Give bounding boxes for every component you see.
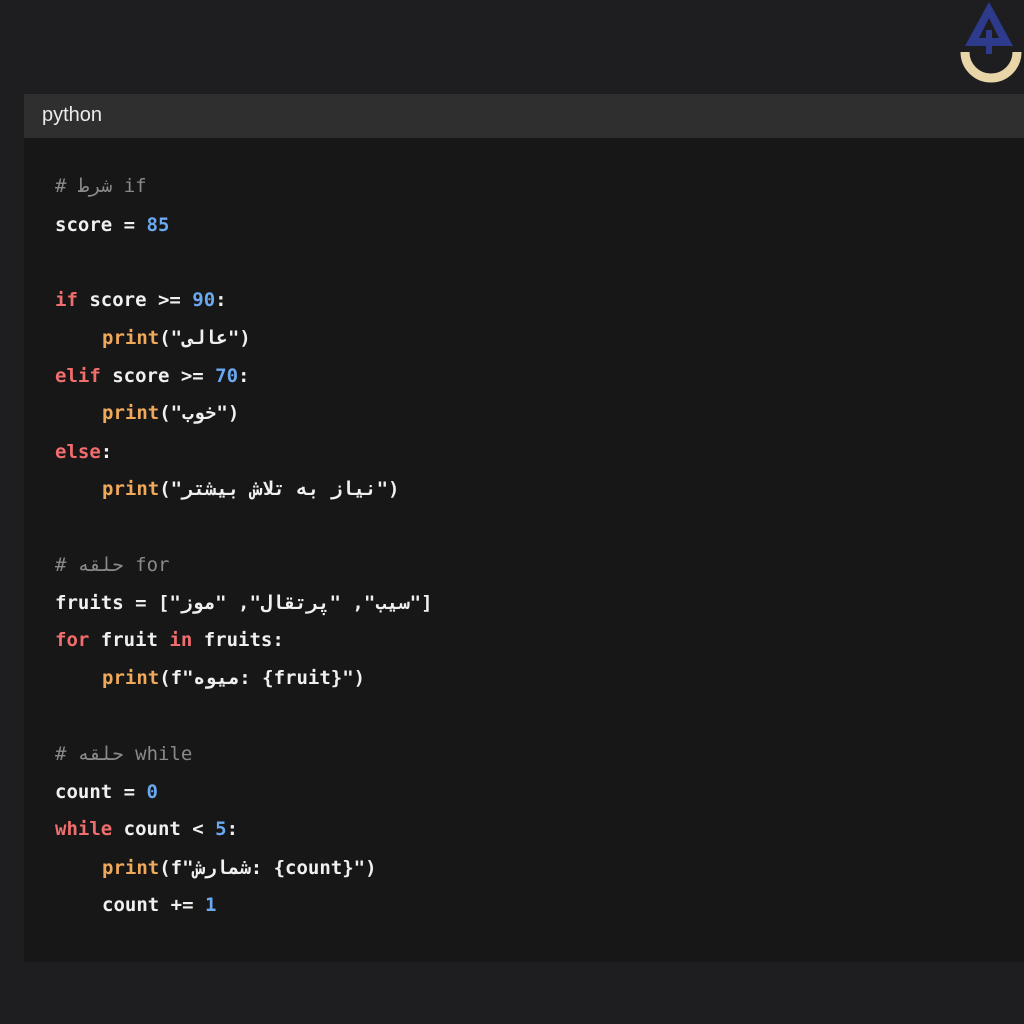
code-line-7: print("خوب") xyxy=(55,398,239,428)
string-literal: خوب xyxy=(182,402,217,424)
iterable: fruits: xyxy=(192,629,284,651)
code-block-header: python xyxy=(24,94,1024,138)
language-label: python xyxy=(42,104,103,126)
variable: fruits xyxy=(55,592,124,614)
number: 70 xyxy=(215,365,239,387)
fstring-arg: (f"میوه: {fruit}") xyxy=(159,667,366,689)
colon: : xyxy=(226,818,239,840)
fstring-arg: (f"شمارش: {count}") xyxy=(159,857,377,879)
operator: += xyxy=(159,894,205,916)
comment-text: حلقه xyxy=(77,743,124,765)
code-line-14: print(f"میوه: {fruit}") xyxy=(55,663,365,693)
variable: count xyxy=(102,894,160,916)
colon: : xyxy=(238,365,250,387)
code-line-2: score = 85 xyxy=(55,210,169,240)
function-name: print xyxy=(102,402,160,424)
string-literal: عالی xyxy=(182,327,228,349)
expression: score >= xyxy=(100,365,216,387)
expression: score >= xyxy=(77,289,193,311)
comment-keyword: while xyxy=(135,743,193,765)
code-line-12: fruits = ["سیب", "پرتقال", "موز"] xyxy=(55,588,433,618)
variable: score xyxy=(55,214,113,236)
list-literal: = ["سیب", "پرتقال", "موز"] xyxy=(123,592,433,614)
code-content: # شرط if score = 85 if score >= 90: prin… xyxy=(55,171,433,941)
number: 0 xyxy=(146,781,158,803)
operator: = xyxy=(112,781,147,803)
function-name: print xyxy=(102,857,160,879)
code-line-19: print(f"شمارش: {count}") xyxy=(55,853,377,883)
code-line-8: else: xyxy=(55,437,112,467)
keyword: if xyxy=(55,289,78,311)
paren-close: ") xyxy=(227,327,251,349)
function-name: print xyxy=(102,478,160,500)
code-line-17: count = 0 xyxy=(55,777,158,807)
keyword: for xyxy=(55,629,90,651)
colon: : xyxy=(215,289,227,311)
keyword: in xyxy=(169,629,193,651)
comment-text: حلقه xyxy=(77,554,124,576)
keyword: while xyxy=(55,818,113,840)
paren-open: (" xyxy=(159,402,183,424)
logo-icon xyxy=(960,2,1022,83)
paren-open: (" xyxy=(159,478,183,500)
string-literal: نیاز به تلاش بیشتر xyxy=(182,478,377,500)
operator: = xyxy=(112,214,147,236)
number: 1 xyxy=(204,894,217,916)
comment-text: شرط xyxy=(77,175,113,197)
paren-close: ") xyxy=(376,478,400,500)
code-block: python # شرط if score = 85 if score >= 9… xyxy=(24,94,1024,962)
comment-hash: # xyxy=(55,554,67,576)
keyword: else xyxy=(55,441,101,463)
number: 90 xyxy=(192,289,216,311)
number: 5 xyxy=(215,818,227,840)
paren-close: ") xyxy=(216,402,240,424)
comment-hash: # xyxy=(55,743,67,765)
comment-keyword: for xyxy=(135,554,170,576)
code-line-20: count += 1 xyxy=(55,890,216,920)
code-line-5: print("عالی") xyxy=(55,323,251,353)
code-line-16: # حلقه while xyxy=(55,739,192,769)
code-line-13: for fruit in fruits: xyxy=(55,625,284,655)
variable: count xyxy=(55,781,113,803)
colon: : xyxy=(100,441,113,463)
code-line-6: elif score >= 70: xyxy=(55,361,250,391)
comment-keyword: if xyxy=(123,175,147,197)
code-line-4: if score >= 90: xyxy=(55,285,227,315)
code-line-11: # حلقه for xyxy=(55,550,169,580)
number: 85 xyxy=(146,214,170,236)
code-line-1: # شرط if xyxy=(55,171,147,201)
code-line-18: while count < 5: xyxy=(55,814,238,844)
function-name: print xyxy=(102,327,160,349)
loop-variable: fruit xyxy=(89,629,170,651)
function-name: print xyxy=(102,667,160,689)
expression: count < xyxy=(112,818,216,840)
paren-open: (" xyxy=(159,327,183,349)
code-line-9: print("نیاز به تلاش بیشتر") xyxy=(55,474,399,504)
keyword: elif xyxy=(55,365,101,387)
comment-hash: # xyxy=(55,175,67,197)
